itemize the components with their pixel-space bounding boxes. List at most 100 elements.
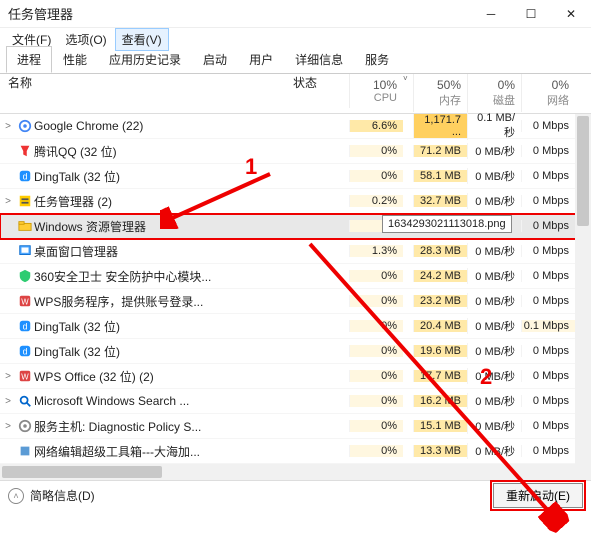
process-name: WPS服务程序，提供账号登录... [34,293,293,310]
cpu-cell: 0% [349,345,403,357]
tab-details[interactable]: 详细信息 [284,46,354,73]
process-name: 网络编辑超级工具箱---大海加... [34,443,293,460]
process-row[interactable]: dDingTalk (32 位)0%19.6 MB0 MB/秒0 Mbps [0,339,591,364]
app-icon [16,394,34,408]
process-row[interactable]: 桌面窗口管理器1.3%28.3 MB0 MB/秒0 Mbps [0,239,591,264]
process-row[interactable]: >任务管理器 (2)0.2%32.7 MB0 MB/秒0 Mbps [0,189,591,214]
expand-icon[interactable]: > [0,396,16,407]
disk-cell: 0 MB/秒 [467,393,521,409]
app-icon: d [16,169,34,183]
tab-services[interactable]: 服务 [354,46,400,73]
disk-cell: 0 MB/秒 [467,293,521,309]
chevron-up-icon[interactable]: ˄ [8,488,24,504]
tabs: 进程 性能 应用历史记录 启动 用户 详细信息 服务 [0,50,591,74]
app-icon [16,119,34,133]
tab-app-history[interactable]: 应用历史记录 [98,46,192,73]
memory-cell: 32.7 MB [413,195,467,207]
expand-icon[interactable]: > [0,121,16,132]
hscroll-thumb[interactable] [2,466,162,478]
column-headers: 名称 状态 10% CPU ˅ 50% 内存 0% 磁盘 0% 网络 [0,74,591,114]
cpu-cell: 0% [349,395,403,407]
app-icon [16,444,34,458]
process-row[interactable]: dDingTalk (32 位)0%20.4 MB0 MB/秒0.1 Mbps [0,314,591,339]
network-cell: 0 Mbps [521,420,575,432]
cpu-cell: 0% [349,295,403,307]
horizontal-scrollbar[interactable] [0,464,591,480]
network-cell: 0 Mbps [521,345,575,357]
window-title: 任务管理器 [8,4,471,23]
memory-cell: 15.1 MB [413,420,467,432]
memory-cell: 20.4 MB [413,320,467,332]
process-row[interactable]: WWPS服务程序，提供账号登录...0%23.2 MB0 MB/秒0 Mbps [0,289,591,314]
tab-processes[interactable]: 进程 [6,46,52,73]
memory-cell: 28.3 MB [413,245,467,257]
col-cpu[interactable]: 10% CPU [349,74,403,108]
scrollbar-thumb[interactable] [577,116,589,226]
process-row[interactable]: 腾讯QQ (32 位)0%71.2 MB0 MB/秒0 Mbps [0,139,591,164]
process-name: DingTalk (32 位) [34,318,293,335]
col-disk[interactable]: 0% 磁盘 [467,74,521,112]
cpu-cell: 0% [349,270,403,282]
network-cell: 0 Mbps [521,370,575,382]
process-name: 任务管理器 (2) [34,193,293,210]
cpu-cell: 0% [349,320,403,332]
network-cell: 0.1 Mbps [521,320,575,332]
network-cell: 0 Mbps [521,270,575,282]
app-icon [16,194,34,208]
col-network[interactable]: 0% 网络 [521,74,575,112]
process-name: Microsoft Windows Search ... [34,394,293,408]
disk-cell: 0 MB/秒 [467,443,521,459]
close-button[interactable]: ✕ [551,0,591,28]
app-icon [16,269,34,283]
expand-icon[interactable]: > [0,371,16,382]
cpu-cell: 6.6% [349,120,403,132]
app-icon: d [16,319,34,333]
restart-button[interactable]: 重新启动(E) [493,483,583,508]
process-row[interactable]: dDingTalk (32 位)0%58.1 MB0 MB/秒0 Mbps [0,164,591,189]
tab-users[interactable]: 用户 [238,46,284,73]
svg-text:d: d [23,322,28,332]
disk-cell: 0 MB/秒 [467,368,521,384]
app-icon [16,419,34,433]
app-icon [16,244,34,258]
network-cell: 0 Mbps [521,120,575,132]
sort-indicator-icon: ˅ [403,74,413,83]
disk-cell: 0 MB/秒 [467,243,521,259]
process-row[interactable]: > Microsoft Windows Search ... 0% 16.2 MB0 … [0,389,591,414]
minimize-button[interactable]: ─ [471,0,511,28]
app-icon: W [16,369,34,383]
vertical-scrollbar[interactable] [575,114,591,464]
maximize-button[interactable]: ☐ [511,0,551,28]
cpu-cell: 1.3% [349,245,403,257]
process-name: 腾讯QQ (32 位) [34,143,293,160]
process-row[interactable]: >Google Chrome (22)6.6%1,171.7 ...0.1 MB… [0,114,591,139]
process-row[interactable]: >WWPS Office (32 位) (2)0%17.7 MB0 MB/秒0 … [0,364,591,389]
memory-cell: 23.2 MB [413,295,467,307]
process-row[interactable]: 360安全卫士 安全防护中心模块...0%24.2 MB0 MB/秒0 Mbps [0,264,591,289]
app-icon: W [16,294,34,308]
svg-text:d: d [23,347,28,357]
disk-cell: 0 MB/秒 [467,268,521,284]
titlebar: 任务管理器 ─ ☐ ✕ [0,0,591,28]
tab-startup[interactable]: 启动 [192,46,238,73]
process-name: WPS Office (32 位) (2) [34,368,293,385]
memory-cell: 13.3 MB [413,445,467,457]
col-memory[interactable]: 50% 内存 [413,74,467,112]
process-row[interactable]: >服务主机: Diagnostic Policy S...0%15.1 MB0 … [0,414,591,439]
footer: ˄ 简略信息(D) 重新启动(E) [0,480,591,510]
network-cell: 0 Mbps [521,145,575,157]
process-row[interactable]: 网络编辑超级工具箱---大海加...0%13.3 MB0 MB/秒0 Mbps [0,439,591,464]
disk-cell: 0 MB/秒 [467,168,521,184]
col-status[interactable]: 状态 [293,74,317,91]
memory-cell: 19.6 MB [413,345,467,357]
memory-cell: 16.2 MB [413,395,467,407]
svg-text:W: W [21,373,29,382]
fewer-details-link[interactable]: 简略信息(D) [30,487,95,504]
expand-icon[interactable]: > [0,196,16,207]
cpu-cell: 0.2% [349,195,403,207]
process-name: 360安全卫士 安全防护中心模块... [34,268,293,285]
col-name[interactable]: 名称 [8,74,32,91]
expand-icon[interactable]: > [0,421,16,432]
tab-performance[interactable]: 性能 [52,46,98,73]
memory-cell: 58.1 MB [413,170,467,182]
